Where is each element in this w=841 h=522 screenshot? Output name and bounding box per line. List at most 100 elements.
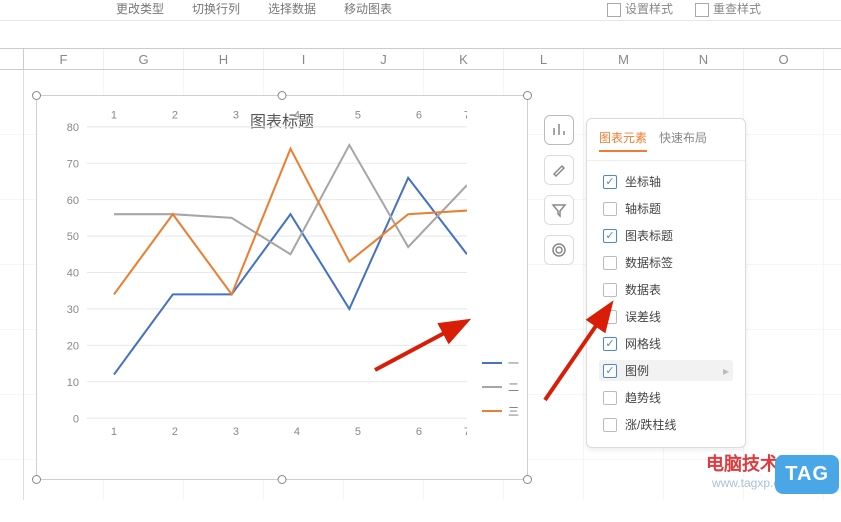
chart-style-button[interactable] [544, 155, 574, 185]
svg-text:1: 1 [111, 109, 117, 121]
legend-item[interactable]: 二 [482, 379, 519, 395]
checkbox-icon[interactable] [603, 310, 617, 324]
filter-funnel-icon [551, 202, 567, 218]
corner-cell[interactable] [0, 49, 24, 69]
col-header[interactable]: J [344, 49, 424, 69]
col-header[interactable]: L [504, 49, 584, 69]
option-label: 轴标题 [625, 200, 661, 217]
chart-elements-icon [551, 122, 567, 138]
worksheet-area: F G H I J K L M N O P 图表标题 [0, 48, 841, 522]
col-header[interactable]: M [584, 49, 664, 69]
col-header[interactable]: P [824, 49, 841, 69]
checkbox-icon[interactable] [603, 337, 617, 351]
resize-handle[interactable] [278, 91, 287, 100]
checkbox-list: 坐标轴轴标题图表标题数据标签数据表误差线网格线图例 ▸ 趋势线涨/跌柱线 [587, 161, 745, 435]
ribbon-reset-style[interactable]: 重查样式 [695, 0, 761, 17]
svg-text:30: 30 [67, 304, 79, 316]
svg-text:6: 6 [416, 109, 422, 121]
svg-text:20: 20 [67, 340, 79, 352]
checkbox-icon[interactable] [603, 175, 617, 189]
column-headers: F G H I J K L M N O P [0, 48, 841, 70]
option-label: 坐标轴 [625, 173, 661, 190]
option-label: 数据标签 [625, 254, 673, 271]
option-label: 涨/跌柱线 [625, 416, 676, 433]
chart-settings-button[interactable] [544, 235, 574, 265]
option-4[interactable]: 数据表 [599, 279, 733, 300]
svg-text:2: 2 [172, 426, 178, 438]
option-6[interactable]: 网格线 [599, 333, 733, 354]
checkbox-icon[interactable] [603, 391, 617, 405]
option-5[interactable]: 误差线 [599, 306, 733, 327]
checkbox-icon[interactable] [603, 283, 617, 297]
option-3[interactable]: 数据标签 [599, 252, 733, 273]
embedded-chart[interactable]: 图表标题 80 70 60 [36, 95, 528, 480]
col-header[interactable]: N [664, 49, 744, 69]
checkbox-icon[interactable] [603, 364, 617, 378]
chart-filter-button[interactable] [544, 195, 574, 225]
ribbon-set-style[interactable]: 设置样式 [607, 0, 673, 17]
svg-text:3: 3 [233, 109, 239, 121]
ribbon-switch-row-col[interactable]: 切换行列 [192, 0, 240, 17]
svg-text:10: 10 [67, 377, 79, 389]
panel-tabs: 图表元素 快速布局 [587, 129, 745, 161]
checkbox-icon[interactable] [603, 256, 617, 270]
svg-text:1: 1 [111, 426, 117, 438]
tag-badge: TAG [775, 455, 839, 494]
option-label: 图表标题 [625, 227, 673, 244]
option-9[interactable]: 涨/跌柱线 [599, 414, 733, 435]
x-axis: 1 2 3 4 5 6 7 1 2 3 4 5 6 7 [111, 109, 467, 438]
col-header[interactable]: I [264, 49, 344, 69]
y-axis: 80 70 60 50 40 30 20 10 0 [67, 122, 467, 426]
svg-text:60: 60 [67, 195, 79, 207]
chart-elements-panel: 图表元素 快速布局 坐标轴轴标题图表标题数据标签数据表误差线网格线图例 ▸ 趋势线涨… [586, 118, 746, 448]
resize-handle[interactable] [278, 475, 287, 484]
reset-icon [695, 3, 709, 17]
layout-icon [607, 3, 621, 17]
ribbon-bar: 更改类型 切换行列 选择数据 移动图表 设置样式 重查样式 [0, 0, 841, 21]
col-header[interactable]: F [24, 49, 104, 69]
ribbon-move-chart[interactable]: 移动图表 [344, 0, 392, 17]
legend-item[interactable]: 一 [482, 355, 519, 371]
option-0[interactable]: 坐标轴 [599, 171, 733, 192]
legend-item[interactable]: 三 [482, 403, 519, 419]
checkbox-icon[interactable] [603, 229, 617, 243]
checkbox-icon[interactable] [603, 202, 617, 216]
option-1[interactable]: 轴标题 [599, 198, 733, 219]
svg-text:2: 2 [172, 109, 178, 121]
option-label: 网格线 [625, 335, 661, 352]
resize-handle[interactable] [523, 475, 532, 484]
option-label: 数据表 [625, 281, 661, 298]
resize-handle[interactable] [32, 91, 41, 100]
svg-text:3: 3 [233, 426, 239, 438]
option-label: 图例 [625, 362, 649, 379]
plot-area[interactable]: 80 70 60 50 40 30 20 10 0 1 2 3 4 [67, 106, 467, 439]
checkbox-icon[interactable] [603, 418, 617, 432]
col-header[interactable]: G [104, 49, 184, 69]
tab-chart-elements[interactable]: 图表元素 [599, 129, 647, 152]
chart-elements-button[interactable] [544, 115, 574, 145]
option-2[interactable]: 图表标题 [599, 225, 733, 246]
tab-quick-layout[interactable]: 快速布局 [659, 129, 707, 152]
option-7[interactable]: 图例 ▸ [599, 360, 733, 381]
resize-handle[interactable] [32, 475, 41, 484]
svg-text:50: 50 [67, 231, 79, 243]
resize-handle[interactable] [523, 91, 532, 100]
col-header[interactable]: O [744, 49, 824, 69]
svg-text:7: 7 [464, 109, 467, 121]
option-8[interactable]: 趋势线 [599, 387, 733, 408]
col-header[interactable]: H [184, 49, 264, 69]
svg-text:4: 4 [294, 426, 300, 438]
chevron-right-icon: ▸ [723, 364, 729, 378]
svg-text:6: 6 [416, 426, 422, 438]
ribbon-change-type[interactable]: 更改类型 [116, 0, 164, 17]
col-header[interactable]: K [424, 49, 504, 69]
cell-grid[interactable]: 图表标题 80 70 60 [0, 70, 841, 500]
svg-text:40: 40 [67, 267, 79, 279]
option-label: 误差线 [625, 308, 661, 325]
svg-text:7: 7 [464, 426, 467, 438]
chart-legend[interactable]: 一 二 三 [482, 355, 519, 419]
ribbon-select-data[interactable]: 选择数据 [268, 0, 316, 17]
svg-text:5: 5 [355, 426, 361, 438]
chart-side-toolbar [544, 115, 574, 265]
svg-text:70: 70 [67, 158, 79, 170]
